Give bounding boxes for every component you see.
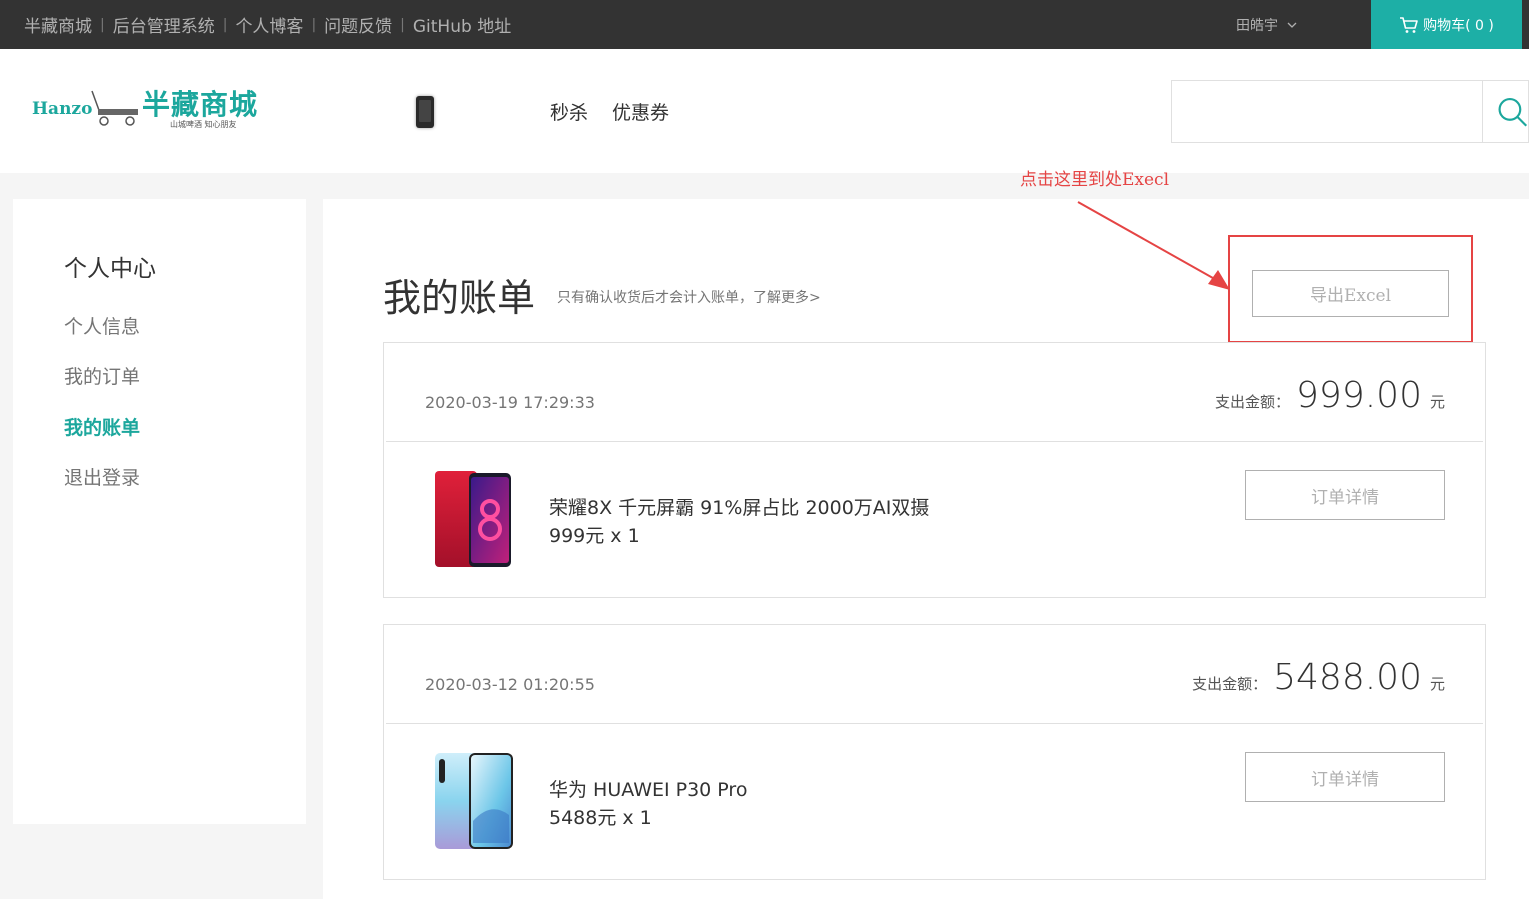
logo-hanzo-text: Hanzo xyxy=(32,99,93,119)
annotation-text: 点击这里到处Execl xyxy=(1020,170,1170,190)
search-input[interactable] xyxy=(1171,80,1483,143)
search-icon xyxy=(1498,97,1528,127)
product-title[interactable]: 华为 HUAWEI P30 Pro xyxy=(549,775,747,802)
bill-date: 2020-03-19 17:29:33 xyxy=(425,393,595,412)
product-title[interactable]: 荣耀8X 千元屏霸 91%屏占比 2000万AI双摄 xyxy=(549,493,929,520)
trolley-logo-icon xyxy=(91,90,138,126)
top-nav-link-feedback[interactable]: 问题反馈 xyxy=(324,12,392,37)
bill-amount-label: 支出金额： xyxy=(1192,675,1268,693)
bill-amount: 支出金额： 999.00 元 xyxy=(1215,375,1445,416)
nav-link-seckill[interactable]: 秒杀 xyxy=(550,98,588,125)
product-thumbnail-honor8x[interactable] xyxy=(433,469,515,569)
sidebar-item-bills[interactable]: 我的账单 xyxy=(64,413,140,440)
order-detail-button[interactable]: 订单详情 xyxy=(1245,752,1445,802)
top-bar: 半藏商城 | 后台管理系统 | 个人博客 | 问题反馈 | GitHub 地址 … xyxy=(0,0,1529,49)
product-price-qty: 5488元 x 1 xyxy=(549,807,652,829)
sidebar: 个人中心 个人信息 我的订单 我的账单 退出登录 xyxy=(13,199,306,824)
user-name: 田皓宇 xyxy=(1236,17,1278,34)
product-thumbnail-p30pro[interactable] xyxy=(433,751,515,851)
bill-date: 2020-03-12 01:20:55 xyxy=(425,675,595,694)
top-nav-link-admin[interactable]: 后台管理系统 xyxy=(113,12,215,37)
bill-divider xyxy=(386,441,1483,442)
site-logo[interactable]: Hanzo 半藏商城 山城啤酒 知心朋友 xyxy=(32,81,272,143)
logo-name: 半藏商城 xyxy=(142,88,259,121)
annotation-arrow-icon xyxy=(1077,201,1230,290)
export-excel-button[interactable]: 导出Excel xyxy=(1252,270,1449,317)
bill-divider xyxy=(386,723,1483,724)
page-subtitle-link[interactable]: 只有确认收货后才会计入账单，了解更多> xyxy=(557,287,821,307)
user-menu[interactable]: 田皓宇 xyxy=(1236,0,1298,49)
top-nav-link-mall[interactable]: 半藏商城 xyxy=(24,12,92,37)
sidebar-item-logout[interactable]: 退出登录 xyxy=(64,463,140,490)
top-nav-separator: | xyxy=(311,16,317,33)
sidebar-heading: 个人中心 xyxy=(64,256,156,282)
main-nav: 秒杀 优惠券 xyxy=(550,98,669,125)
top-nav-separator: | xyxy=(400,16,405,33)
cart-icon xyxy=(1400,16,1418,33)
bill-card: 2020-03-12 01:20:55 支出金额： 5488.00 元 华为 H… xyxy=(383,624,1486,880)
bill-card: 2020-03-19 17:29:33 支出金额： 999.00 元 荣耀8X … xyxy=(383,342,1486,598)
main-content: 我的账单 只有确认收货后才会计入账单，了解更多> 导出Excel 2020-03… xyxy=(323,199,1529,899)
top-nav-separator: | xyxy=(100,16,105,33)
sidebar-item-orders[interactable]: 我的订单 xyxy=(64,362,140,389)
top-nav: 半藏商城 | 后台管理系统 | 个人博客 | 问题反馈 | GitHub 地址 xyxy=(24,0,511,49)
cart-button[interactable]: 购物车( 0 ) xyxy=(1371,0,1522,49)
bill-amount-unit: 元 xyxy=(1429,675,1445,693)
bill-amount-label: 支出金额： xyxy=(1215,393,1291,411)
cart-label: 购物车( 0 ) xyxy=(1423,17,1494,34)
nav-link-coupon[interactable]: 优惠券 xyxy=(612,98,669,125)
top-nav-link-blog[interactable]: 个人博客 xyxy=(235,12,303,37)
order-detail-button[interactable]: 订单详情 xyxy=(1245,470,1445,520)
logo-slogan: 山城啤酒 知心朋友 xyxy=(170,120,237,129)
bill-amount-value: 5488.00 xyxy=(1273,657,1422,698)
bill-amount-unit: 元 xyxy=(1429,393,1445,411)
bill-amount: 支出金额： 5488.00 元 xyxy=(1192,657,1445,698)
top-nav-link-github[interactable]: GitHub 地址 xyxy=(413,12,511,37)
sidebar-item-profile[interactable]: 个人信息 xyxy=(64,312,140,339)
page-title: 我的账单 xyxy=(383,276,536,320)
top-nav-separator: | xyxy=(222,16,228,33)
bill-amount-value: 999.00 xyxy=(1296,375,1422,416)
product-price-qty: 999元 x 1 xyxy=(549,525,640,547)
chevron-down-icon xyxy=(1287,22,1297,28)
phone-nav-thumbnail[interactable] xyxy=(416,96,434,128)
search-button[interactable] xyxy=(1482,80,1529,143)
